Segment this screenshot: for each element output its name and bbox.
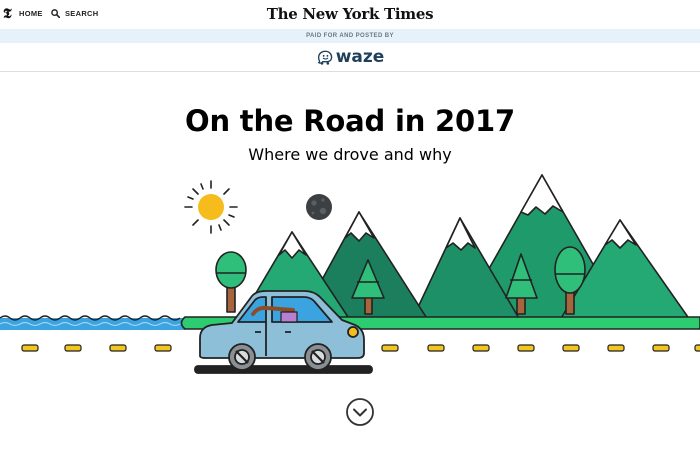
waze-logo-link[interactable]: waze: [316, 47, 385, 67]
moon-icon: [306, 194, 332, 220]
waze-logo-icon: [317, 50, 332, 65]
sun-icon: [184, 180, 238, 234]
page-title: On the Road in 2017: [185, 104, 515, 138]
top-navigation-bar: 𝕿 HOME SEARCH The New York Times: [0, 0, 700, 29]
masthead-logo[interactable]: The New York Times: [0, 5, 700, 23]
chevron-down-circle-icon[interactable]: [345, 397, 375, 427]
page-subtitle: Where we drove and why: [248, 145, 452, 164]
waze-brand-name: waze: [335, 47, 385, 67]
sponsor-label: PAID FOR AND POSTED BY: [0, 29, 700, 43]
sponsor-logo-bar: waze: [0, 43, 700, 72]
water: [0, 315, 185, 330]
road-trip-illustration: [0, 174, 700, 374]
